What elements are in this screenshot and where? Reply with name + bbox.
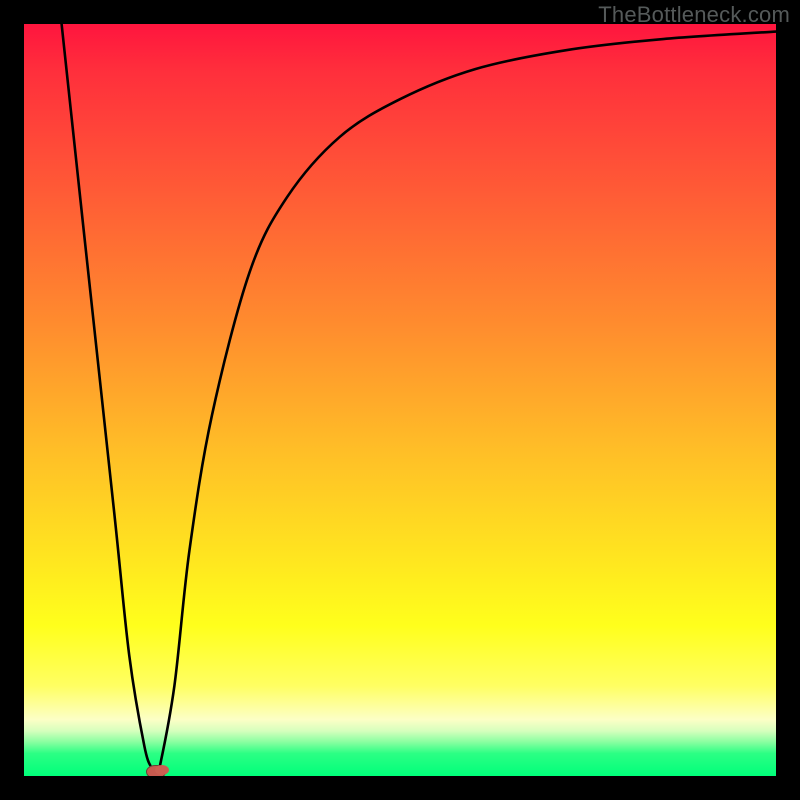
plot-area bbox=[24, 24, 776, 776]
watermark-text: TheBottleneck.com bbox=[598, 2, 790, 28]
chart-frame: TheBottleneck.com bbox=[0, 0, 800, 800]
dip-marker-highlight bbox=[155, 765, 169, 775]
bottleneck-curve bbox=[24, 24, 776, 776]
